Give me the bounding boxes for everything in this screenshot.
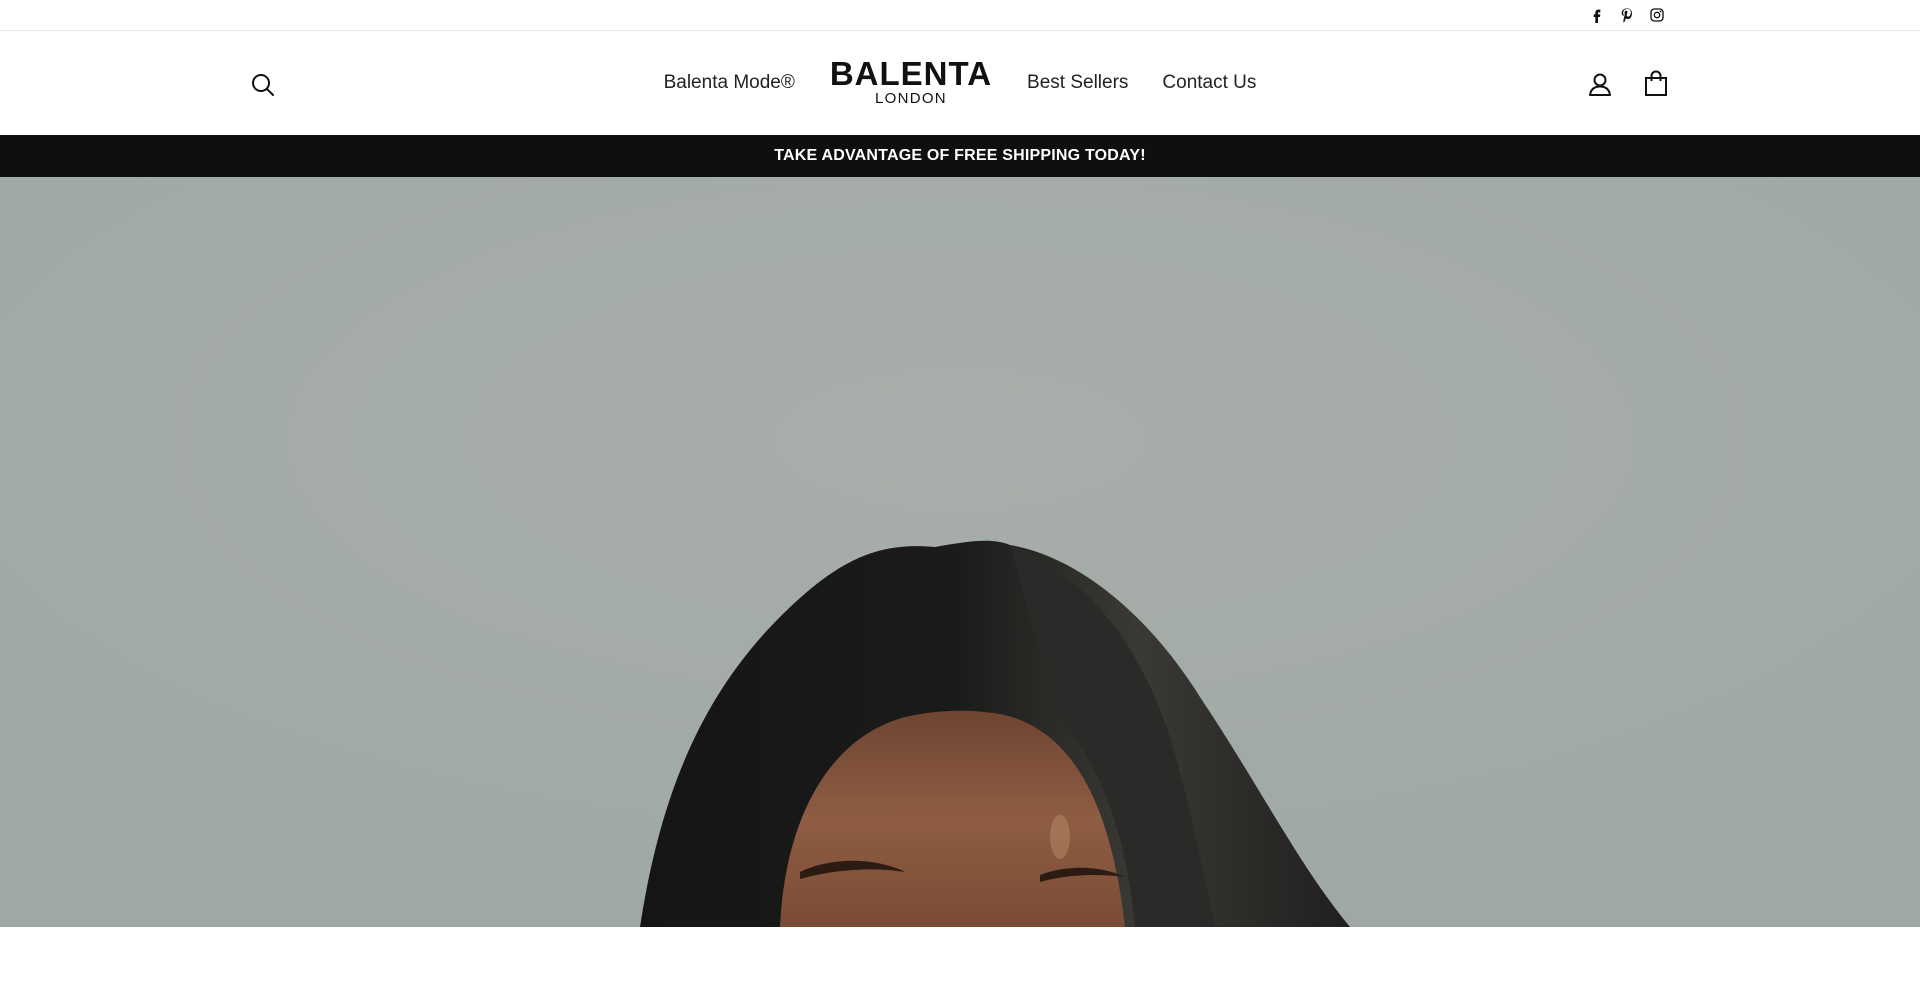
site-logo[interactable]: BALENTA LONDON xyxy=(829,55,993,107)
announcement-bar: TAKE ADVANTAGE OF FREE SHIPPING TODAY! xyxy=(0,135,1920,177)
site-header: Balenta Mode® BALENTA LONDON Best Seller… xyxy=(0,31,1920,135)
social-links xyxy=(1587,4,1667,26)
shopping-bag-icon[interactable] xyxy=(1641,68,1671,98)
hero-image xyxy=(0,177,1920,927)
nav-contact-us[interactable]: Contact Us xyxy=(1162,72,1256,94)
social-top-bar xyxy=(0,0,1920,31)
portrait-illustration xyxy=(0,177,1920,927)
nav-balenta-mode[interactable]: Balenta Mode® xyxy=(664,72,795,94)
logo-wordmark: BALENTA xyxy=(829,55,993,92)
facebook-icon[interactable] xyxy=(1587,4,1607,26)
user-icon[interactable] xyxy=(1585,70,1615,100)
pinterest-icon[interactable] xyxy=(1617,4,1637,26)
instagram-icon[interactable] xyxy=(1647,4,1667,26)
main-navigation: Balenta Mode® BALENTA LONDON Best Seller… xyxy=(0,31,1920,135)
announcement-text: TAKE ADVANTAGE OF FREE SHIPPING TODAY! xyxy=(774,147,1146,164)
logo-subtitle: LONDON xyxy=(874,90,947,107)
nav-best-sellers[interactable]: Best Sellers xyxy=(1027,72,1128,94)
below-hero-space xyxy=(0,927,1920,993)
